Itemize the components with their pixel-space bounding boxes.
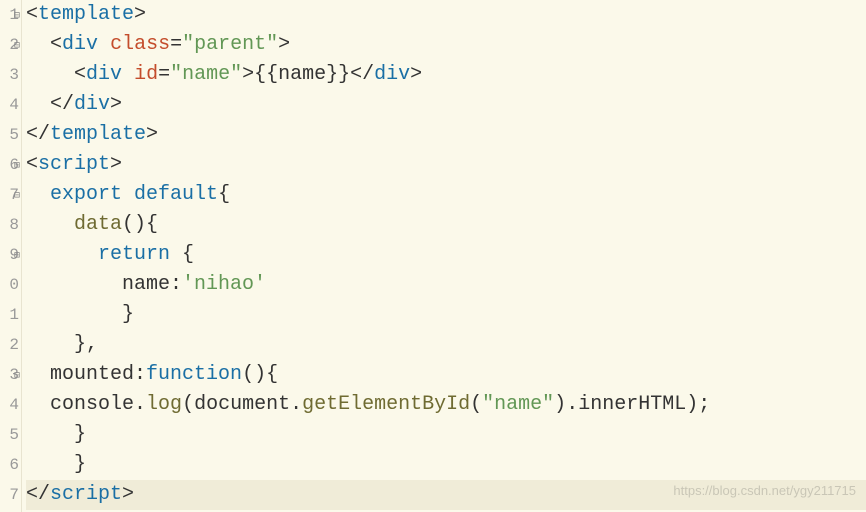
code-line[interactable]: <template> [26,0,866,30]
line-number: 5 [9,426,19,444]
code-line[interactable]: }, [26,330,866,360]
line-number: 3 [9,66,19,84]
fold-icon[interactable]: ⊟ [14,2,20,32]
code-line[interactable]: </div> [26,90,866,120]
fold-icon[interactable]: ⊟ [14,32,20,62]
code-line[interactable]: <div id="name">{{name}}</div> [26,60,866,90]
line-number: 4 [9,396,19,414]
line-number: 1 [9,306,19,324]
code-line[interactable]: export default{ [26,180,866,210]
line-number: 5 [9,126,19,144]
line-number: 8 [9,216,19,234]
code-line[interactable]: <script> [26,150,866,180]
code-editor[interactable]: 1⊟ 2⊟ 3 4 5 6⊟ 7⊟ 8 9⊟ 0 1 2 3⊟ 4 5 6 7 … [0,0,866,512]
code-line[interactable]: </template> [26,120,866,150]
fold-icon[interactable]: ⊟ [14,152,20,182]
code-line[interactable]: data(){ [26,210,866,240]
code-line[interactable]: </script> [26,480,866,510]
code-line[interactable]: return { [26,240,866,270]
line-number-gutter: 1⊟ 2⊟ 3 4 5 6⊟ 7⊟ 8 9⊟ 0 1 2 3⊟ 4 5 6 7 [0,0,22,512]
line-number: 4 [9,96,19,114]
code-line[interactable]: console.log(document.getElementById("nam… [26,390,866,420]
code-area[interactable]: <template> <div class="parent"> <div id=… [22,0,866,512]
fold-icon[interactable]: ⊟ [14,362,20,392]
code-line[interactable]: <div class="parent"> [26,30,866,60]
line-number: 0 [9,276,19,294]
line-number: 6 [9,456,19,474]
fold-icon[interactable]: ⊟ [14,242,20,272]
code-line[interactable]: } [26,450,866,480]
code-line[interactable]: } [26,300,866,330]
line-number: 7 [9,486,19,504]
code-line[interactable]: mounted:function(){ [26,360,866,390]
line-number: 2 [9,336,19,354]
code-line[interactable]: name:'nihao' [26,270,866,300]
fold-icon[interactable]: ⊟ [14,182,20,212]
code-line[interactable]: } [26,420,866,450]
